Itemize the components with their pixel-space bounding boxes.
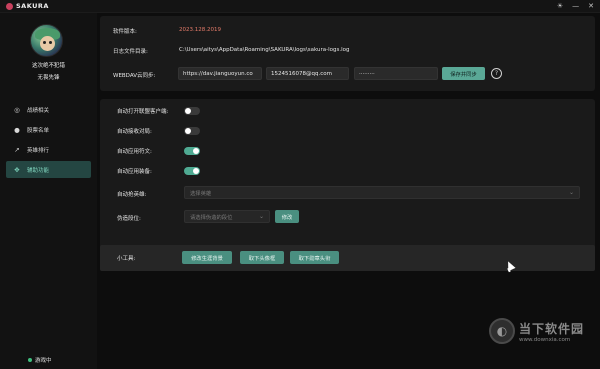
chevron-down-icon: ⌄ xyxy=(568,189,574,196)
sidebar-item-label: 辅助功能 xyxy=(27,167,50,174)
sidebar-item-assist[interactable]: ✥ 辅助功能 xyxy=(6,161,91,178)
watermark-title: 当下软件园 xyxy=(519,321,585,336)
sidebar: 这次绝不犯错 无畏先锋 ◎ 战绩相关 ● 股票名单 ↗ 英雄排行 ✥ 辅助功能 … xyxy=(0,13,97,369)
status-dot-icon xyxy=(28,358,32,362)
tools-label: 小工具: xyxy=(117,256,136,262)
auto-open-client-toggle[interactable] xyxy=(184,107,200,115)
remove-banner-button[interactable]: 取下勋章头衔 xyxy=(290,251,339,264)
help-icon[interactable]: ? xyxy=(491,68,502,79)
version-value: 2023.128.2019 xyxy=(179,27,221,33)
auto-accept-label: 自动接收对局: xyxy=(117,129,152,135)
sidebar-nav: ◎ 战绩相关 ● 股票名单 ↗ 英雄排行 ✥ 辅助功能 xyxy=(6,101,91,181)
log-dir-value[interactable]: C:\Users\aitys\AppData\Roaming\SAKURA\lo… xyxy=(179,47,349,53)
main-content: 软件版本: 2023.128.2019 日志文件目录: C:\Users\ait… xyxy=(97,13,600,369)
auto-open-client-label: 自动打开联盟客户端: xyxy=(117,109,169,115)
sidebar-item-label: 战绩相关 xyxy=(27,107,50,114)
sidebar-item-match-history[interactable]: ◎ 战绩相关 xyxy=(6,101,91,118)
change-background-button[interactable]: 修改生涯背景 xyxy=(182,251,232,264)
window-controls: ☀ — ✕ xyxy=(557,2,600,10)
webdav-password-input[interactable]: ········· xyxy=(354,67,438,80)
remove-icon-frame-button[interactable]: 取下头像框 xyxy=(240,251,284,264)
puzzle-icon: ✥ xyxy=(14,165,20,174)
auto-pick-placeholder: 选择英雄 xyxy=(190,190,212,197)
info-card: 软件版本: 2023.128.2019 日志文件目录: C:\Users\ait… xyxy=(100,16,595,91)
auto-rune-label: 自动应用符文: xyxy=(117,149,152,155)
webdav-url-input[interactable]: https://dav.jianguoyun.co xyxy=(178,67,262,80)
webdav-username-input[interactable]: 1524516078@qq.com xyxy=(266,67,349,80)
auto-accept-toggle[interactable] xyxy=(184,127,200,135)
chevron-down-icon: ⌄ xyxy=(258,213,264,220)
theme-toggle-icon[interactable]: ☀ xyxy=(557,2,563,10)
sidebar-item-hero-ranking[interactable]: ↗ 英雄排行 xyxy=(6,141,91,158)
fake-rank-select[interactable]: 请选择伪造的段位 ⌄ xyxy=(184,210,270,223)
app-title: SAKURA xyxy=(16,2,49,10)
sakura-logo-icon xyxy=(6,2,13,10)
watermark-url: www.downxia.com xyxy=(519,336,571,343)
minimize-icon[interactable]: — xyxy=(572,2,579,10)
log-dir-label: 日志文件目录: xyxy=(113,49,148,55)
status-label: 游戏中 xyxy=(35,358,52,364)
title-bar: SAKURA ☀ — ✕ xyxy=(0,0,600,13)
auto-equip-label: 自动应用装备: xyxy=(117,169,152,175)
tools-bar: 小工具: 修改生涯背景 取下头像框 取下勋章头衔 xyxy=(100,245,595,271)
summoner-name: 这次绝不犯错 xyxy=(31,63,65,69)
modify-button[interactable]: 修改 xyxy=(275,210,299,223)
settings-card: 自动打开联盟客户端: 自动接收对局: 自动应用符文: 自动应用装备: 自动抢英雄… xyxy=(100,99,595,271)
sidebar-item-label: 股票名单 xyxy=(27,127,50,134)
auto-pick-label: 自动抢英雄: xyxy=(117,192,147,198)
person-icon: ● xyxy=(14,125,20,134)
app-brand: SAKURA xyxy=(0,2,49,10)
fake-rank-placeholder: 请选择伪造的段位 xyxy=(190,214,233,221)
auto-rune-toggle[interactable] xyxy=(184,147,200,155)
watermark-logo-icon: ◐ xyxy=(489,318,515,344)
save-sync-button[interactable]: 保存并同步 xyxy=(442,67,485,80)
webdav-label: WEBDAV云同步: xyxy=(113,73,156,79)
auto-pick-select[interactable]: 选择英雄 ⌄ xyxy=(184,186,580,199)
compass-icon: ◎ xyxy=(14,105,20,114)
version-label: 软件版本: xyxy=(113,29,137,35)
game-status: 游戏中 xyxy=(28,356,52,364)
fake-rank-label: 伪造段位: xyxy=(117,216,141,222)
avatar[interactable] xyxy=(30,24,63,57)
summoner-rank: 无畏先锋 xyxy=(37,75,60,81)
watermark: ◐ 当下软件园 www.downxia.com xyxy=(489,318,584,344)
sidebar-item-label: 英雄排行 xyxy=(27,147,50,154)
close-icon[interactable]: ✕ xyxy=(588,2,594,10)
trend-icon: ↗ xyxy=(14,145,20,154)
sidebar-item-blacklist[interactable]: ● 股票名单 xyxy=(6,121,91,138)
auto-equip-toggle[interactable] xyxy=(184,167,200,175)
